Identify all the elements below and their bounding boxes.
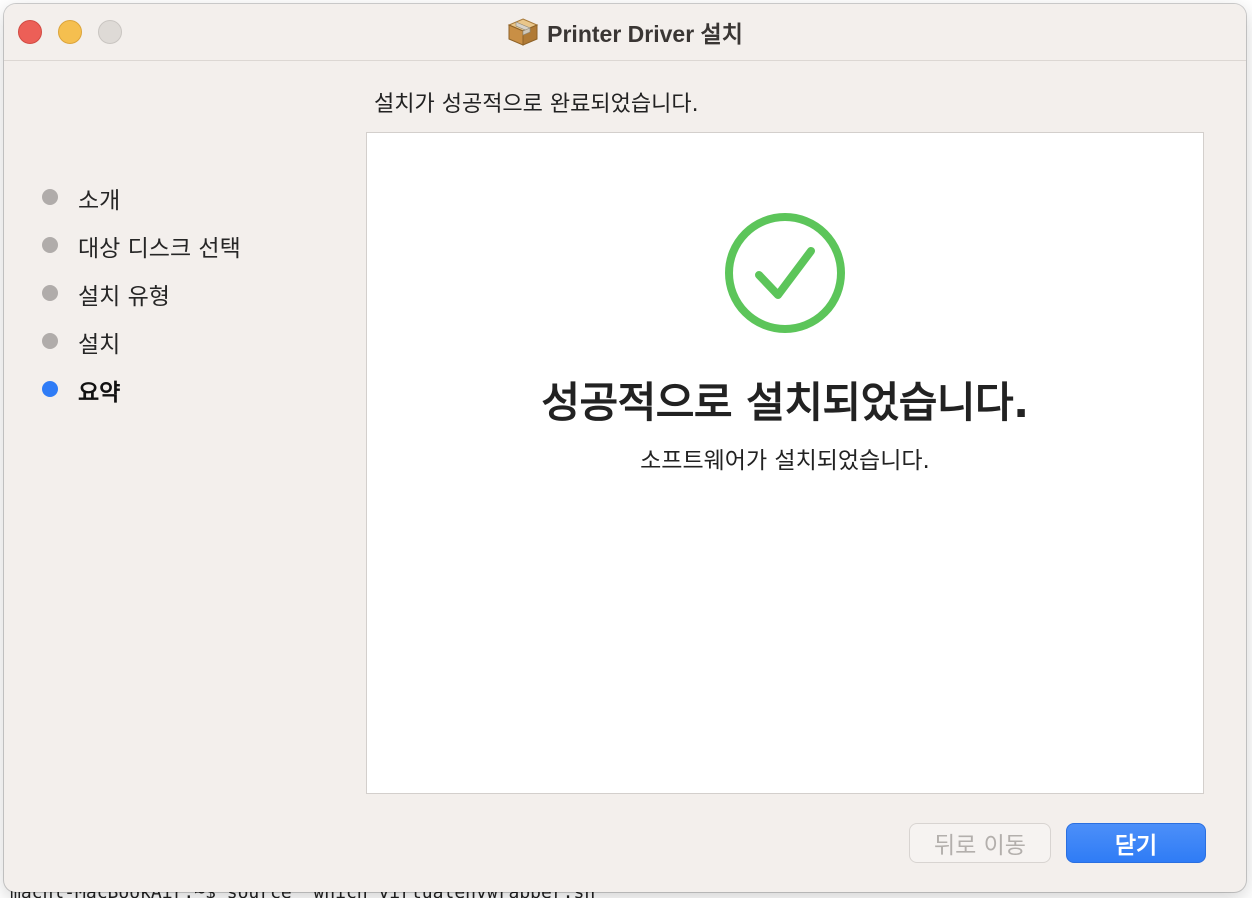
steps-sidebar: 소개 대상 디스크 선택 설치 유형 설치 요약	[4, 172, 354, 412]
package-box-icon	[507, 18, 539, 46]
step-active-dot	[42, 381, 58, 397]
step-status-dot	[42, 237, 58, 253]
checkmark-circle-icon	[725, 213, 845, 333]
step-label: 소개	[78, 188, 121, 214]
window-title: Printer Driver 설치	[547, 21, 743, 47]
success-title: 성공적으로 설치되었습니다.	[541, 378, 1029, 427]
step-label: 설치 유형	[78, 284, 170, 310]
page-heading: 설치가 성공적으로 완료되었습니다.	[374, 92, 699, 117]
installer-window: Printer Driver 설치 설치가 성공적으로 완료되었습니다. 소개 …	[4, 4, 1246, 892]
step-label: 요약	[78, 380, 121, 406]
back-button[interactable]: 뒤로 이동	[909, 823, 1051, 863]
step-label: 대상 디스크 선택	[78, 236, 241, 262]
step-status-dot	[42, 285, 58, 301]
step-status-dot	[42, 333, 58, 349]
step-intro: 소개	[4, 172, 354, 220]
step-install: 설치	[4, 316, 354, 364]
window-title-group: Printer Driver 설치	[4, 16, 1246, 48]
step-label: 설치	[78, 332, 121, 358]
step-destination: 대상 디스크 선택	[4, 220, 354, 268]
title-bar[interactable]: Printer Driver 설치	[4, 4, 1246, 61]
step-install-type: 설치 유형	[4, 268, 354, 316]
step-summary: 요약	[4, 364, 354, 412]
step-status-dot	[42, 189, 58, 205]
content-panel: 성공적으로 설치되었습니다. 소프트웨어가 설치되었습니다.	[366, 132, 1204, 794]
close-button[interactable]: 닫기	[1066, 823, 1206, 863]
success-subtitle: 소프트웨어가 설치되었습니다.	[640, 448, 930, 474]
